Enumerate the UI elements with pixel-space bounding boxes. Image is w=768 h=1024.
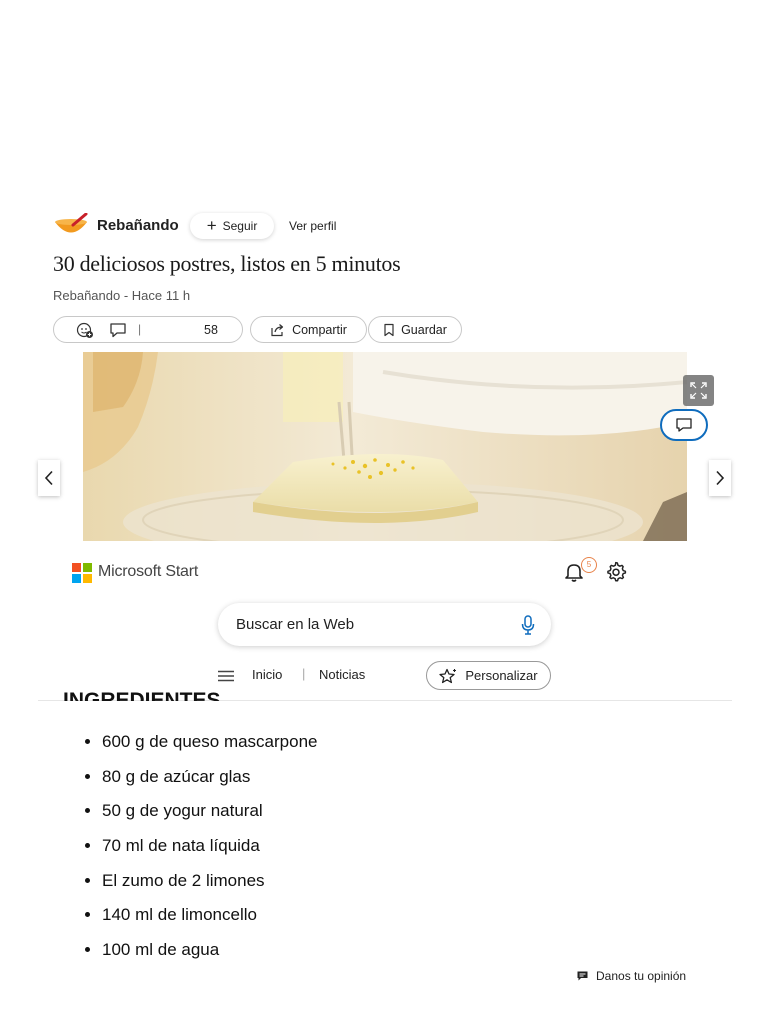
add-reaction-icon[interactable] xyxy=(76,322,94,339)
ingredient-item: 70 ml de nata líquida xyxy=(102,835,318,870)
comment-icon[interactable] xyxy=(109,322,127,339)
web-search-box[interactable] xyxy=(218,603,551,646)
follow-button[interactable]: + Seguir xyxy=(190,213,274,239)
hamburger-menu-icon[interactable] xyxy=(218,669,234,682)
microphone-icon[interactable] xyxy=(521,614,535,635)
fullscreen-button[interactable] xyxy=(683,375,714,406)
ingredients-list: 600 g de queso mascarpone 80 g de azúcar… xyxy=(80,731,318,974)
expand-icon xyxy=(690,382,707,399)
article-byline: Rebañando - Hace 11 h xyxy=(53,288,191,303)
brand-name[interactable]: Microsoft Start xyxy=(98,563,198,581)
follow-label: Seguir xyxy=(222,219,258,233)
comment-icon xyxy=(676,418,692,432)
ingredient-item: El zumo de 2 limones xyxy=(102,870,318,905)
plus-icon: + xyxy=(206,215,217,235)
ingredient-item: 140 ml de limoncello xyxy=(102,904,318,939)
share-icon xyxy=(270,323,285,337)
count-separator: | xyxy=(138,322,142,336)
gear-icon xyxy=(607,561,627,582)
share-label: Compartir xyxy=(292,322,347,337)
personalize-label: Personalizar xyxy=(465,668,538,683)
chevron-left-icon xyxy=(44,470,53,486)
article-hero-image[interactable] xyxy=(83,352,687,541)
feedback-icon xyxy=(577,971,588,981)
publisher-name[interactable]: Rebañando xyxy=(97,217,179,234)
settings-button[interactable] xyxy=(605,561,627,583)
nav-home[interactable]: Inicio xyxy=(252,667,282,682)
search-input[interactable] xyxy=(234,615,521,634)
article-title: 30 deliciosos postres, listos en 5 minut… xyxy=(53,251,401,276)
nav-news[interactable]: Noticias xyxy=(319,667,365,682)
notification-badge: 5 xyxy=(581,557,597,573)
next-slide-button[interactable] xyxy=(709,460,731,496)
view-profile-link[interactable]: Ver perfil xyxy=(289,219,336,233)
comment-count: 58 xyxy=(204,323,218,337)
save-button[interactable]: Guardar xyxy=(368,316,462,343)
ingredient-item: 600 g de queso mascarpone xyxy=(102,731,318,766)
ingredients-heading: INGREDIENTES xyxy=(63,689,221,701)
share-button[interactable]: Compartir xyxy=(250,316,367,343)
ingredient-item: 50 g de yogur natural xyxy=(102,800,318,835)
reactions-comments-bar: | 58 xyxy=(53,316,243,343)
microsoft-logo-icon[interactable] xyxy=(72,563,92,583)
ingredient-item: 100 ml de agua xyxy=(102,939,318,974)
chevron-right-icon xyxy=(716,470,725,486)
previous-slide-button[interactable] xyxy=(38,460,60,496)
feedback-button[interactable]: Danos tu opinión xyxy=(577,969,686,983)
feedback-label: Danos tu opinión xyxy=(596,969,687,983)
floating-comment-button[interactable] xyxy=(660,409,708,441)
nav-separator: | xyxy=(302,666,306,681)
sparkle-star-icon xyxy=(439,668,457,684)
ingredient-item: 80 g de azúcar glas xyxy=(102,766,318,801)
bookmark-icon xyxy=(383,323,395,337)
save-label: Guardar xyxy=(401,322,447,337)
publisher-logo[interactable] xyxy=(53,212,89,239)
personalize-button[interactable]: Personalizar xyxy=(426,661,551,690)
dessert-photo-illustration xyxy=(83,352,687,541)
